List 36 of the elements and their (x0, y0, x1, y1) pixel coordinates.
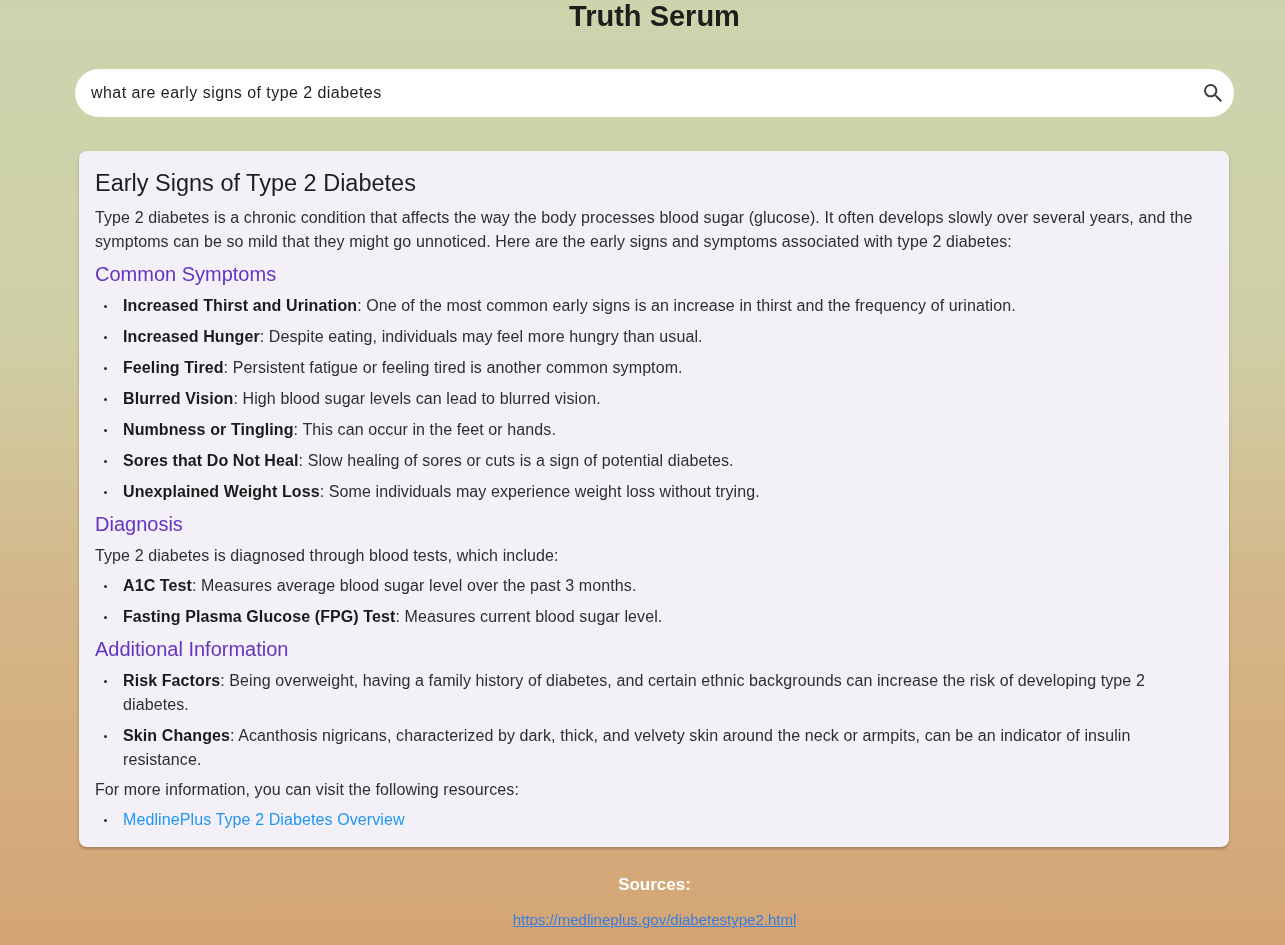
list-item-text: Unexplained Weight Loss: Some individuals may experience weight loss without trying. (123, 482, 760, 502)
list-item-text: Increased Thirst and Urination: One of the most common early signs is an increase in thirst and the frequency of urination. (123, 296, 1016, 316)
sources-heading: Sources: (618, 874, 691, 896)
bullet-icon (104, 428, 107, 432)
list-item-text: Numbness or Tingling: This can occur in the feet or hands. (123, 420, 556, 440)
list-item-text: A1C Test: Measures average blood sugar level over the past 3 months. (123, 576, 637, 596)
section-heading: Diagnosis (95, 512, 184, 537)
answer-paragraph: Type 2 diabetes is diagnosed through blood tests, which include: (95, 546, 560, 566)
section-heading: Common Symptoms (95, 262, 278, 287)
answer-title: Early Signs of Type 2 Diabetes (95, 169, 417, 198)
section-heading: Additional Information (95, 637, 290, 662)
list-item-text: Sores that Do Not Heal: Slow healing of sores or cuts is a sign of potential diabetes. (123, 451, 734, 471)
bullet-icon (104, 397, 107, 401)
source-link[interactable]: https://medlineplus.gov/diabetestype2.html (512, 911, 797, 929)
list-item-text: Skin Changes: Acanthosis nigricans, characterized by dark, thick, and velvety skin around the neck or armpits, can be an indicator of insulin resistance. (123, 726, 1132, 770)
list-item-text: Feeling Tired: Persistent fatigue or feeling tired is another common symptom. (123, 358, 683, 378)
answer-paragraph: For more information, you can visit the following resources: (95, 780, 520, 800)
bullet-icon (104, 679, 107, 683)
bullet-icon (104, 734, 107, 738)
search-field[interactable]: what are early signs of type 2 diabetes (75, 69, 1234, 117)
list-item-text: Increased Hunger: Despite eating, individuals may feel more hungry than usual. (123, 327, 703, 347)
bullet-icon (104, 584, 107, 588)
resource-link[interactable]: MedlinePlus Type 2 Diabetes Overview (123, 808, 405, 832)
list-item-text: Fasting Plasma Glucose (FPG) Test: Measures current blood sugar level. (123, 607, 663, 627)
bullet-icon (104, 615, 107, 619)
bullet-icon (104, 335, 107, 339)
bullet-icon (104, 304, 107, 308)
list-item-text: Blurred Vision: High blood sugar levels can lead to blurred vision. (123, 389, 601, 409)
bullet-icon (104, 459, 107, 463)
list-item-text: Risk Factors: Being overweight, having a family history of diabetes, and certain ethnic backgrounds can increase the risk of developing type 2 diabetes. (123, 671, 1146, 715)
answer-paragraph: Type 2 diabetes is a chronic condition that affects the way the body processes blood sugar (glucose). It often develops slowly over several years, and the symptoms can be so mild that they might go unnoticed. Here are the early signs and symptoms associated with type 2 diabetes: (95, 208, 1194, 252)
app-title: Truth Serum (569, 0, 740, 32)
search-icon[interactable] (1204, 84, 1222, 102)
bullet-icon (104, 366, 107, 370)
bullet-icon (104, 490, 107, 494)
bullet-icon (104, 818, 107, 822)
